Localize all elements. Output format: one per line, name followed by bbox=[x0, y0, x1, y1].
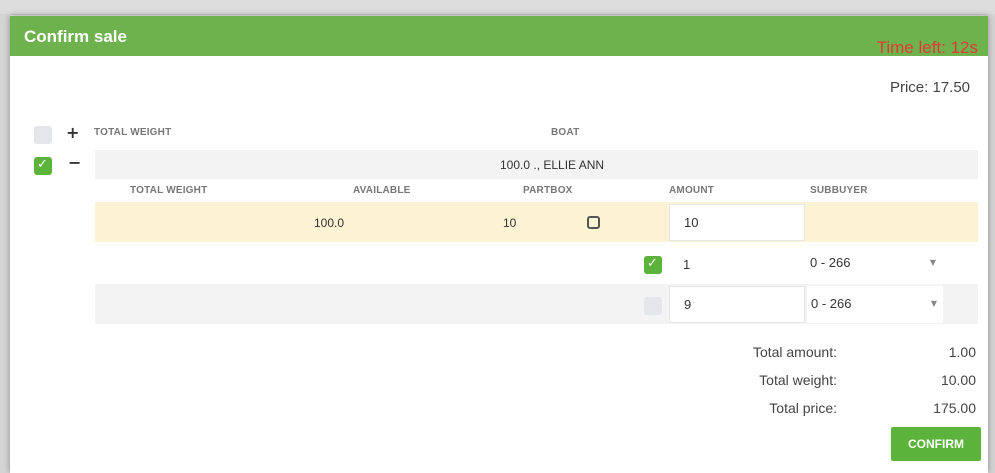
subbuyer-row-1-value: 0 - 266 bbox=[810, 255, 851, 270]
group-col-total-weight: TOTAL WEIGHT bbox=[94, 127, 172, 138]
amount-input[interactable]: 10 bbox=[669, 204, 805, 241]
total-price-value: 175.00 bbox=[933, 400, 976, 416]
total-amount-label: Total amount: bbox=[752, 344, 837, 360]
subbuyer-row-1-checkbox[interactable] bbox=[644, 256, 662, 274]
detail-col-subbuyer: SUBBUYER bbox=[810, 185, 868, 196]
subbuyer-row-2-select[interactable]: 0 - 266 ▼ bbox=[807, 286, 943, 323]
expand-plus-icon[interactable]: + bbox=[66, 123, 79, 142]
detail-col-available: AVAILABLE bbox=[353, 185, 411, 196]
boat-name: 100.0 ., ELLIE ANN bbox=[500, 158, 605, 172]
background-left-panel bbox=[0, 14, 10, 473]
price-label: Price: 17.50 bbox=[889, 79, 970, 96]
detail-col-amount: AMOUNT bbox=[669, 185, 715, 196]
subbuyer-row-2-amount-input[interactable]: 9 bbox=[669, 286, 805, 323]
partbox-toggle-icon[interactable] bbox=[587, 216, 600, 229]
confirm-button[interactable]: CONFIRM bbox=[891, 427, 981, 461]
total-weight-value: 10.00 bbox=[940, 372, 976, 388]
modal-header: Confirm sale Time left: 12s bbox=[10, 16, 988, 57]
subbuyer-row-1-select[interactable]: 0 - 266 ▼ bbox=[806, 245, 942, 282]
detail-col-partbox: PARTBOX bbox=[523, 185, 573, 196]
background-topbar bbox=[0, 0, 995, 15]
modal-title: Confirm sale bbox=[24, 27, 127, 46]
select-all-checkbox[interactable] bbox=[34, 126, 52, 144]
available-value: 100.0 bbox=[314, 216, 345, 230]
collapse-minus-icon[interactable]: − bbox=[68, 153, 81, 172]
confirm-sale-modal: Confirm sale Time left: 12s Price: 17.50… bbox=[10, 16, 988, 473]
time-left-countdown: Time left: 12s bbox=[876, 38, 978, 57]
total-amount-value: 1.00 bbox=[948, 344, 976, 360]
subbuyer-row-2-value: 0 - 266 bbox=[811, 296, 852, 311]
subbuyer-row-2-checkbox[interactable] bbox=[644, 297, 662, 315]
detail-col-total-weight: TOTAL WEIGHT bbox=[130, 185, 208, 196]
total-weight-label: Total weight: bbox=[759, 372, 837, 388]
group-col-boat: BOAT bbox=[551, 127, 580, 138]
detail-row bbox=[95, 202, 978, 242]
subbuyer-row-1-amount[interactable]: 1 bbox=[683, 257, 690, 272]
boat-group-checkbox[interactable] bbox=[34, 157, 52, 175]
chevron-down-icon: ▼ bbox=[929, 258, 936, 267]
chevron-down-icon: ▼ bbox=[930, 299, 937, 308]
partbox-value: 10 bbox=[503, 216, 517, 230]
total-price-label: Total price: bbox=[769, 400, 837, 416]
